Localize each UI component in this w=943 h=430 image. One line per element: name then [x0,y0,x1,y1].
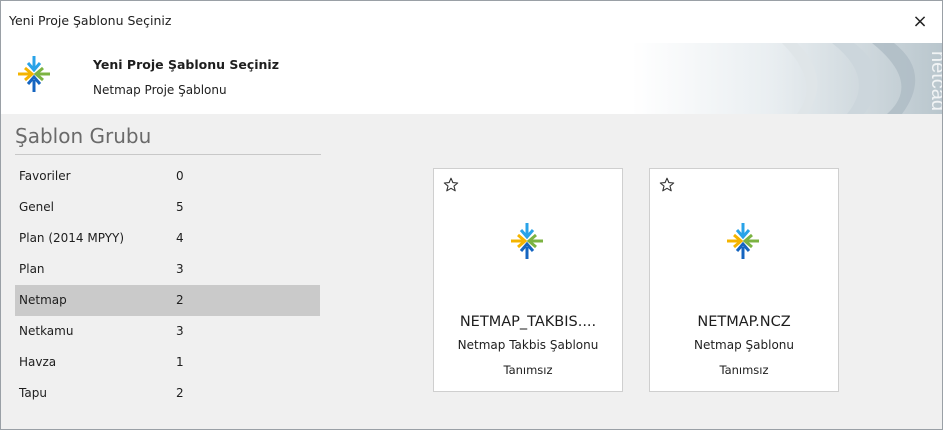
netmap-logo-icon [18,56,50,92]
group-item-label: Netmap [19,293,67,307]
template-card-netmap-ncz[interactable]: NETMAP.NCZ Netmap Şablonu Tanımsız [649,168,839,392]
group-item-genel[interactable]: Genel 5 [15,192,320,223]
brand-watermark: netcad [927,51,942,111]
content-area: Şablon Grubu Favoriler 0 Genel 5 Plan (2… [1,114,942,429]
group-item-count: 3 [176,324,184,338]
group-item-count: 2 [176,293,184,307]
template-card-netmap-takbis[interactable]: NETMAP_TAKBIS.... Netmap Takbis Şablonu … [433,168,623,392]
group-item-label: Genel [19,200,55,214]
star-outline-icon[interactable] [443,177,459,193]
template-group-title: Şablon Grubu [15,124,152,148]
brand-banner: netcad [632,43,942,114]
close-button[interactable]: × [898,1,942,43]
template-description: Netmap Takbis Şablonu [457,338,599,352]
group-item-count: 4 [176,231,184,245]
template-description: Netmap Şablonu [693,338,794,352]
group-item-count: 5 [176,200,184,214]
template-status: Tanımsız [719,363,769,377]
group-item-tapu[interactable]: Tapu 2 [15,378,320,409]
group-item-count: 2 [176,386,184,400]
group-item-count: 3 [176,262,184,276]
netmap-logo-icon [511,223,543,259]
title-bar: Yeni Proje Şablonu Seçiniz × [1,1,942,43]
template-group-list: Favoriler 0 Genel 5 Plan (2014 MPYY) 4 P… [15,161,320,409]
group-item-plan-2014-mpyy[interactable]: Plan (2014 MPYY) 4 [15,223,320,254]
template-status: Tanımsız [503,363,553,377]
window-title: Yeni Proje Şablonu Seçiniz [9,13,172,28]
star-outline-icon[interactable] [659,177,675,193]
dialog-window: Yeni Proje Şablonu Seçiniz × Yeni Proje … [0,0,943,430]
group-item-label: Havza [19,355,57,369]
group-item-label: Netkamu [19,324,74,338]
header-subtitle: Netmap Proje Şablonu [93,83,227,97]
dialog-header: Yeni Proje Şablonu Seçiniz Netmap Proje … [1,43,942,114]
template-name: NETMAP_TAKBIS.... [459,314,597,330]
header-title: Yeni Proje Şablonu Seçiniz [93,57,279,72]
group-item-havza[interactable]: Havza 1 [15,347,320,378]
group-item-label: Tapu [19,386,47,400]
group-item-label: Favoriler [19,169,71,183]
template-name: NETMAP.NCZ [697,314,791,330]
group-item-netkamu[interactable]: Netkamu 3 [15,316,320,347]
group-divider [15,154,321,155]
group-item-label: Plan [19,262,45,276]
group-item-count: 0 [176,169,184,183]
group-item-netmap[interactable]: Netmap 2 [15,285,320,316]
group-item-label: Plan (2014 MPYY) [19,231,125,245]
group-item-favoriler[interactable]: Favoriler 0 [15,161,320,192]
group-item-count: 1 [176,355,184,369]
group-item-plan[interactable]: Plan 3 [15,254,320,285]
netmap-logo-icon [727,223,759,259]
